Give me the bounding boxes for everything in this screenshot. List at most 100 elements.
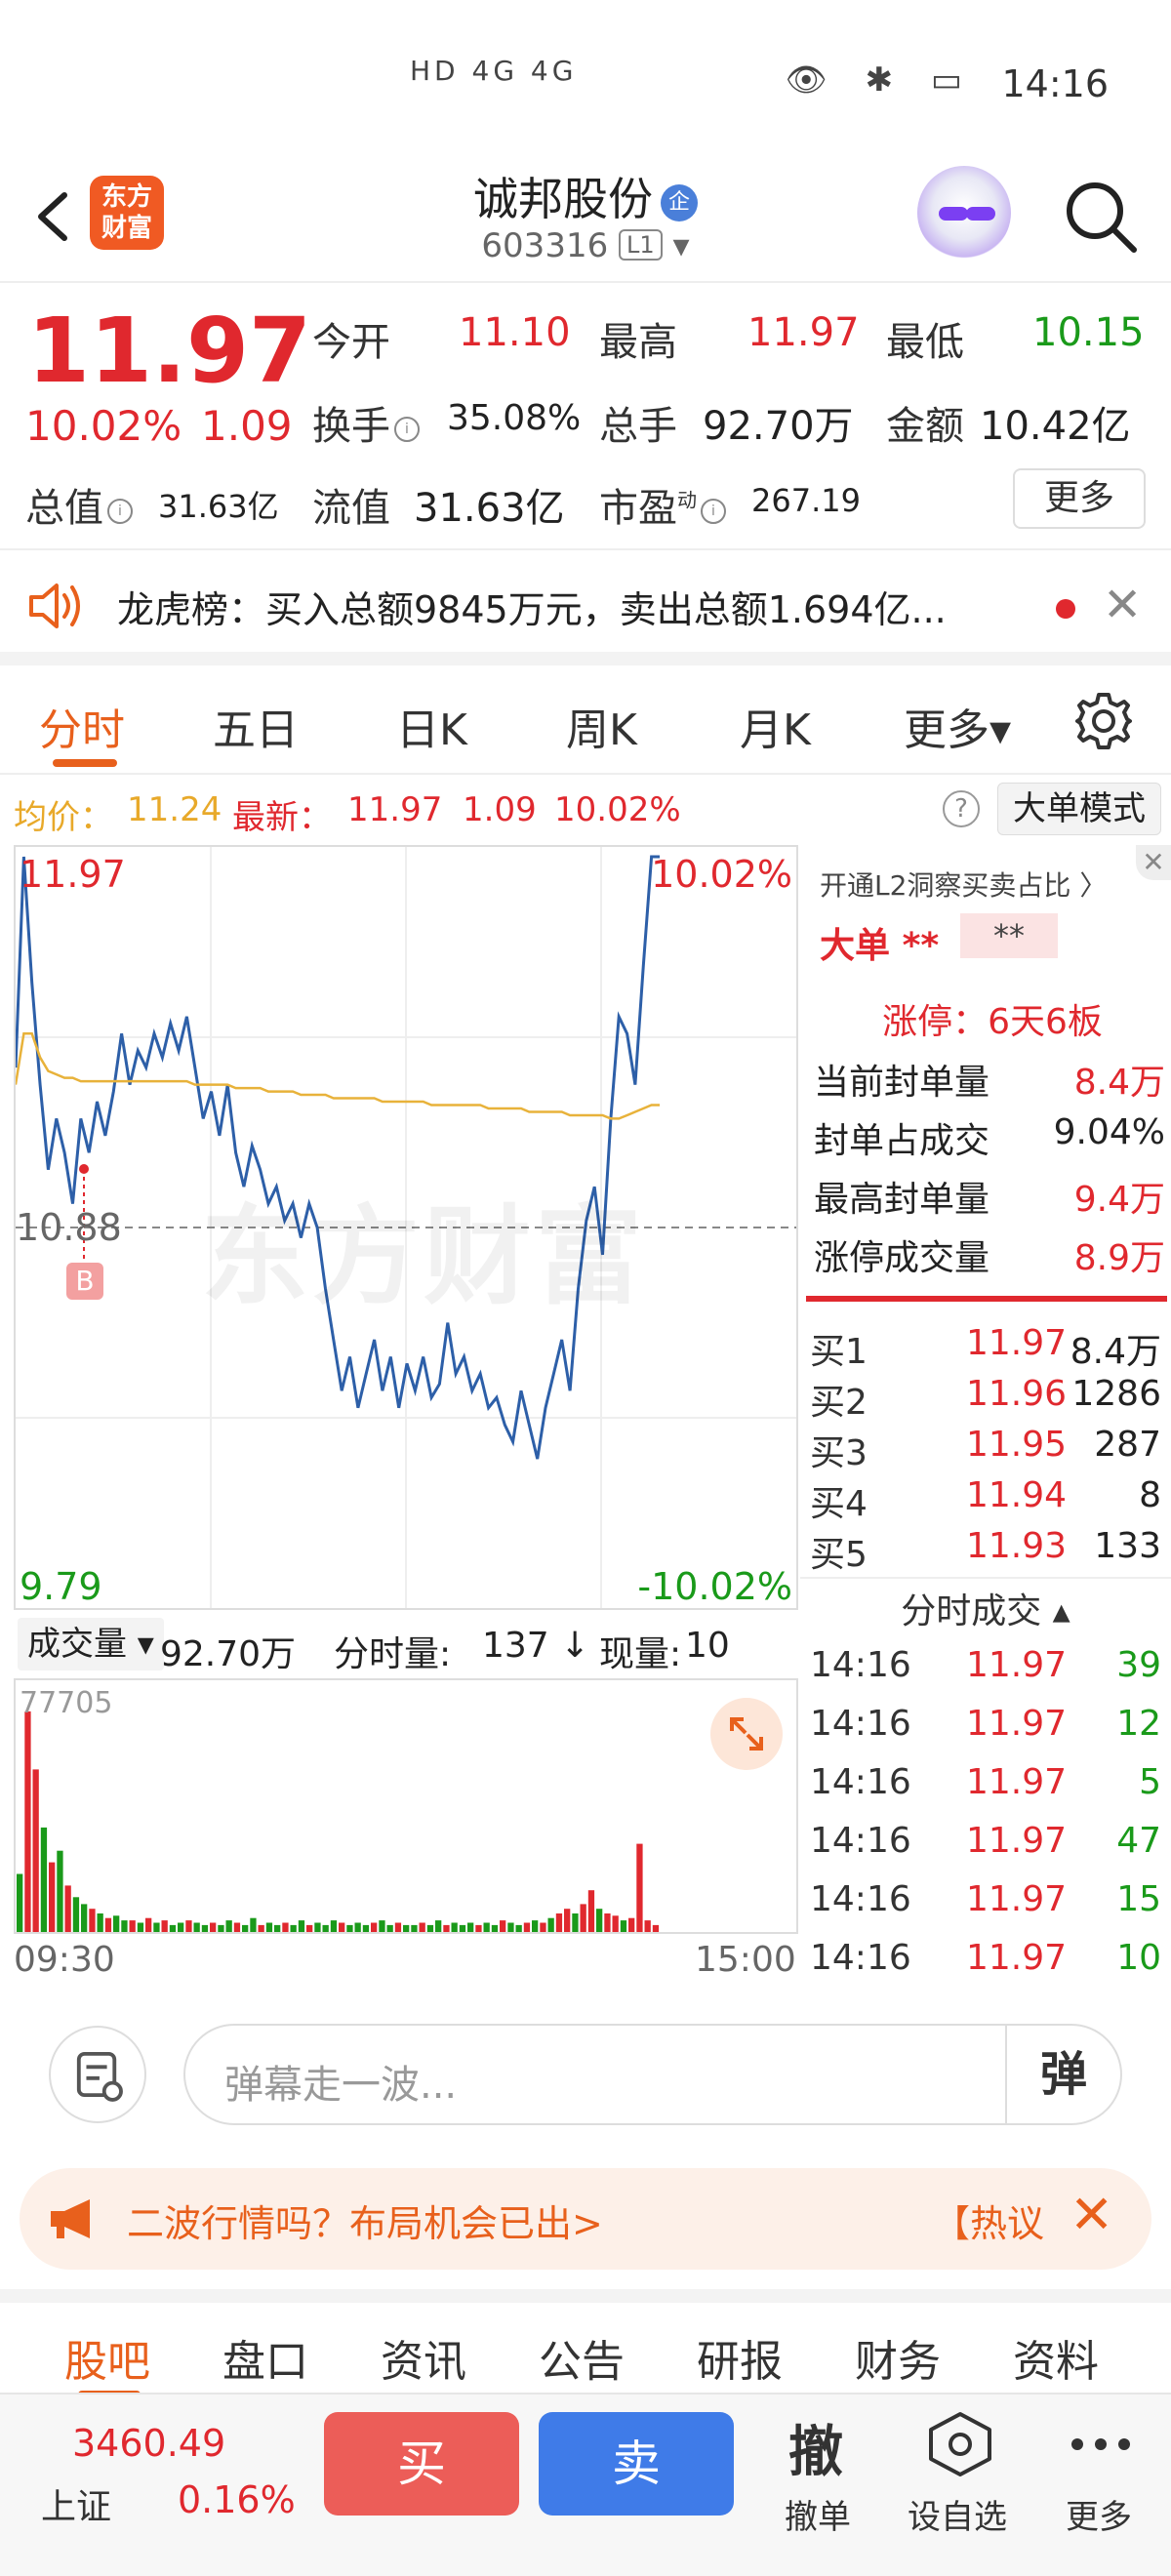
seal-stat-label: 最高封单量 [814, 1180, 990, 1220]
volume-bar [386, 1924, 393, 1932]
buy-marker[interactable]: B [66, 1263, 103, 1300]
amount-value: 10.42亿 [980, 404, 1131, 449]
pe-value: 267.19 [751, 482, 861, 519]
volume-bar [306, 1924, 313, 1932]
big-order-mode-button[interactable]: 大单模式 [997, 783, 1161, 835]
watermark: 东方财富 [201, 1194, 646, 1319]
add-watchlist-button[interactable]: 设自选 [898, 2395, 1025, 2576]
info-icon[interactable]: i [394, 417, 420, 442]
volume-bar [644, 1920, 651, 1932]
volume-bar [242, 1924, 249, 1932]
tab-monthly-k[interactable]: 月K [740, 695, 811, 757]
more-button[interactable]: 更多 [1013, 468, 1146, 529]
volume-bar [403, 1924, 410, 1932]
time-sales-title[interactable]: 分时成交 ▴ [800, 1583, 1171, 1633]
danmaku-bar: 弹幕走一波... 弹 [0, 1994, 1171, 2162]
promo-hot-link[interactable]: 【热议 [933, 2194, 1044, 2247]
tab-more[interactable]: 更多▾ [904, 695, 1011, 757]
latest-label: 最新： [232, 798, 332, 837]
expand-icon[interactable] [710, 1698, 783, 1770]
tab-announcements[interactable]: 公告 [539, 2326, 625, 2389]
danmaku-input[interactable]: 弹幕走一波... 弹 [183, 2024, 1122, 2125]
order-side: 买5 [810, 1535, 868, 1575]
sell-button[interactable]: 卖 [539, 2412, 734, 2516]
active-tab-indicator [53, 759, 117, 767]
assistant-robot-icon[interactable] [917, 166, 1011, 260]
search-icon[interactable] [1060, 176, 1142, 258]
app-header: 东方财富 诚邦股份企 603316 L1 ▾ [0, 156, 1171, 283]
info-icon[interactable]: i [701, 499, 726, 524]
tab-five-day[interactable]: 五日 [213, 695, 299, 757]
tick-time: 14:16 [810, 1704, 911, 1744]
index-name: 上证 [41, 2487, 112, 2527]
volume-bar [17, 1873, 23, 1932]
volume-bar [81, 1904, 88, 1932]
volume-bar [459, 1924, 466, 1932]
buy-marker-point [79, 1164, 89, 1174]
volume-bar [652, 1924, 660, 1932]
tab-orderbook[interactable]: 盘口 [222, 2326, 308, 2389]
dragon-tiger-banner[interactable]: 龙虎榜：买入总额9845万元，卖出总额1.694亿... ✕ [0, 548, 1171, 665]
volume-bar [426, 1924, 434, 1932]
minute-volume-label: 分时量: [334, 1634, 452, 1674]
latest-percent: 10.02% [554, 790, 681, 829]
low-value: 10.15 [1032, 310, 1145, 355]
volume-bar [274, 1924, 281, 1932]
volume-bar [596, 1909, 603, 1932]
danmaku-placeholder: 弹幕走一波... [224, 2063, 458, 2108]
tab-profile[interactable]: 资料 [1013, 2326, 1099, 2389]
volume-bar [137, 1922, 144, 1932]
volume-bar [500, 1920, 506, 1932]
gear-icon[interactable] [1073, 691, 1134, 751]
buy-button[interactable]: 买 [324, 2412, 519, 2516]
volume-bar [161, 1920, 168, 1932]
tab-guba[interactable]: 股吧 [64, 2326, 150, 2389]
seal-stat-value: 8.9万 [1073, 1238, 1165, 1278]
close-icon[interactable]: ✕ [1103, 578, 1142, 632]
close-icon[interactable]: ✕ [1070, 2184, 1113, 2245]
tab-research[interactable]: 研报 [697, 2326, 783, 2389]
volume-bar [218, 1924, 224, 1932]
volume-bar [129, 1920, 136, 1932]
float-label: 流值 [312, 486, 390, 531]
tab-daily-k[interactable]: 日K [396, 695, 467, 757]
tab-financials[interactable]: 财务 [855, 2326, 941, 2389]
tab-intraday[interactable]: 分时 [39, 695, 125, 757]
volume-bar [572, 1913, 579, 1932]
danmaku-toggle-button[interactable]: 弹 [1005, 2026, 1120, 2123]
cancel-order-button[interactable]: 撤 撤单 [771, 2395, 878, 2576]
volume-bar [57, 1850, 63, 1932]
volume-bar [282, 1922, 289, 1932]
volume-bar [523, 1922, 531, 1932]
volume-bar [314, 1922, 321, 1932]
volume-bar [491, 1924, 499, 1932]
volume-bar [483, 1922, 490, 1932]
bottom-tabs: 股吧 盘口 资讯 公告 研报 财务 资料 [0, 2289, 1171, 2398]
volume-bar [394, 1922, 402, 1932]
volume-bar [97, 1913, 103, 1932]
order-price: 11.93 [966, 1526, 1068, 1566]
help-icon[interactable]: ? [943, 790, 980, 827]
volume-bar [620, 1920, 627, 1932]
latest-change: 1.09 [463, 790, 537, 829]
intraday-chart[interactable]: 东方财富 11.97 10.02% 10.88 9.79 -10.02% B [14, 845, 798, 1610]
volume-chart-svg [17, 1711, 660, 1932]
volume-bar [178, 1922, 184, 1932]
volume-bar [564, 1909, 571, 1932]
info-icon[interactable]: i [107, 499, 133, 524]
close-icon[interactable]: ✕ [1136, 845, 1171, 880]
speaker-icon [29, 584, 80, 628]
promo-banner[interactable]: 二波行情吗？布局机会已出> 【热议 ✕ [20, 2168, 1151, 2270]
tab-weekly-k[interactable]: 周K [566, 695, 637, 757]
order-side: 买4 [810, 1484, 868, 1524]
tick-price: 11.97 [966, 1938, 1068, 1978]
index-ticker[interactable]: 3460.49 上证 0.16% [0, 2395, 312, 2576]
danmaku-settings-icon[interactable] [49, 2026, 146, 2123]
seal-stat-value: 8.4万 [1073, 1063, 1165, 1103]
l2-upsell-link[interactable]: 开通L2洞察买卖占比 〉 [820, 865, 1107, 904]
volume-chart[interactable]: 77705 [14, 1678, 798, 1934]
more-actions-button[interactable]: 更多 [1044, 2395, 1161, 2576]
indicator-select[interactable]: 成交量 ▾ [18, 1618, 164, 1670]
tab-news[interactable]: 资讯 [381, 2326, 466, 2389]
change-amount: 1.09 [201, 402, 293, 450]
